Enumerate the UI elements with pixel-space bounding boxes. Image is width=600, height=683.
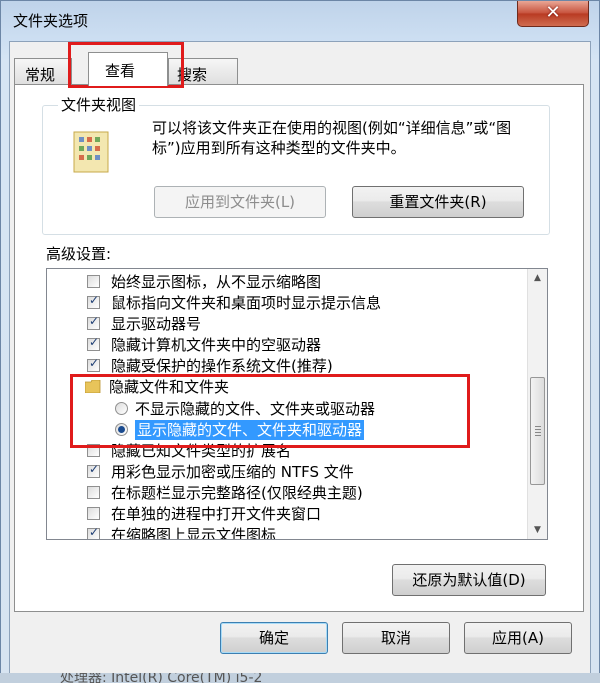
ok-button[interactable]: 确定 <box>220 622 328 654</box>
selected-option-label: 显示隐藏的文件、文件夹和驱动器 <box>135 420 365 440</box>
checkmark-icon: ✓ <box>89 356 100 370</box>
option-show-hidden[interactable]: 显示隐藏的文件、文件夹和驱动器 <box>47 420 527 440</box>
folder-view-description: 可以将该文件夹正在使用的视图(例如“详细信息”或“图标”)应用到所有这种类型的文… <box>152 119 512 157</box>
grip-line <box>535 429 541 430</box>
option-dont-show-hidden[interactable]: 不显示隐藏的文件、文件夹或驱动器 <box>47 399 527 419</box>
checkmark-icon: ✓ <box>89 335 100 349</box>
grip-line <box>535 435 541 436</box>
advanced-settings-label: 高级设置: <box>46 245 112 263</box>
checkmark-icon: ✓ <box>89 314 100 328</box>
setting-separate-process[interactable]: 在单独的进程中打开文件夹窗口 <box>47 504 527 524</box>
close-button[interactable]: ✕ <box>517 1 589 27</box>
grip-line <box>535 432 541 433</box>
checkbox[interactable]: ✓ <box>87 462 100 478</box>
setting-color-ntfs[interactable]: ✓ 用彩色显示加密或压缩的 NTFS 文件 <box>47 462 527 482</box>
tab-general[interactable]: 常规 <box>14 58 72 85</box>
cancel-button[interactable]: 取消 <box>342 622 450 654</box>
checkmark-icon: ✓ <box>89 293 100 307</box>
setting-full-path-title[interactable]: 在标题栏显示完整路径(仅限经典主题) <box>47 483 527 503</box>
setting-hide-extensions[interactable]: 隐藏已知文件类型的扩展名 <box>47 441 527 461</box>
setting-thumbnail-icons[interactable]: ✓ 在缩略图上显示文件图标 <box>47 525 527 539</box>
background-window-strip: 处理器: Intel(R) Core(TM) i5-2 <box>0 673 600 683</box>
restore-defaults-button[interactable]: 还原为默认值(D) <box>392 564 546 596</box>
reset-folders-button[interactable]: 重置文件夹(R) <box>352 186 524 218</box>
checkmark-icon: ✓ <box>89 525 100 539</box>
tab-view[interactable]: 查看 <box>88 52 168 86</box>
checkmark-icon: ✓ <box>89 462 100 476</box>
apply-to-folders-button[interactable]: 应用到文件夹(L) <box>154 186 326 218</box>
close-icon: ✕ <box>545 2 561 23</box>
radio-button[interactable] <box>115 402 128 415</box>
grip-line <box>535 426 541 427</box>
window-title: 文件夹选项 <box>13 12 89 30</box>
advanced-settings-tree[interactable]: 始终显示图标，从不显示缩略图 ✓ 鼠标指向文件夹和桌面项时显示提示信息 ✓ 显示… <box>46 268 548 540</box>
scrollbar-thumb[interactable] <box>530 377 545 485</box>
checkbox[interactable] <box>87 507 100 520</box>
setting-hide-empty-drives[interactable]: ✓ 隐藏计算机文件夹中的空驱动器 <box>47 335 527 355</box>
checkbox[interactable]: ✓ <box>87 293 100 309</box>
checkbox[interactable]: ✓ <box>87 335 100 351</box>
folder-view-icon <box>73 131 109 173</box>
radio-button[interactable] <box>115 423 128 436</box>
setting-always-show-icons[interactable]: 始终显示图标，从不显示缩略图 <box>47 272 527 292</box>
checkbox[interactable]: ✓ <box>87 314 100 330</box>
scroll-up-icon[interactable]: ▲ <box>528 269 547 287</box>
background-text: 处理器: Intel(R) Core(TM) i5-2 <box>60 673 263 683</box>
checkbox[interactable] <box>87 444 100 457</box>
advanced-settings-list: 始终显示图标，从不显示缩略图 ✓ 鼠标指向文件夹和桌面项时显示提示信息 ✓ 显示… <box>47 269 527 539</box>
folder-view-group-label: 文件夹视图 <box>58 94 140 115</box>
apply-button[interactable]: 应用(A) <box>464 622 572 654</box>
setting-show-drive-letters[interactable]: ✓ 显示驱动器号 <box>47 314 527 334</box>
tab-search[interactable]: 搜索 <box>168 58 238 85</box>
setting-show-tooltips[interactable]: ✓ 鼠标指向文件夹和桌面项时显示提示信息 <box>47 293 527 313</box>
scroll-down-icon[interactable]: ▼ <box>528 521 547 539</box>
checkbox[interactable]: ✓ <box>87 525 100 539</box>
folder-icon <box>85 380 101 393</box>
vertical-scrollbar[interactable]: ▲ ▼ <box>527 269 547 539</box>
radio-dot-icon <box>118 426 125 433</box>
setting-group-hidden-files: 隐藏文件和文件夹 <box>47 377 527 397</box>
setting-hide-protected-os-files[interactable]: ✓ 隐藏受保护的操作系统文件(推荐) <box>47 356 527 376</box>
title-bar[interactable]: 文件夹选项 ✕ <box>1 1 599 41</box>
checkbox[interactable] <box>87 275 100 288</box>
checkbox[interactable]: ✓ <box>87 356 100 372</box>
checkbox[interactable] <box>87 486 100 499</box>
